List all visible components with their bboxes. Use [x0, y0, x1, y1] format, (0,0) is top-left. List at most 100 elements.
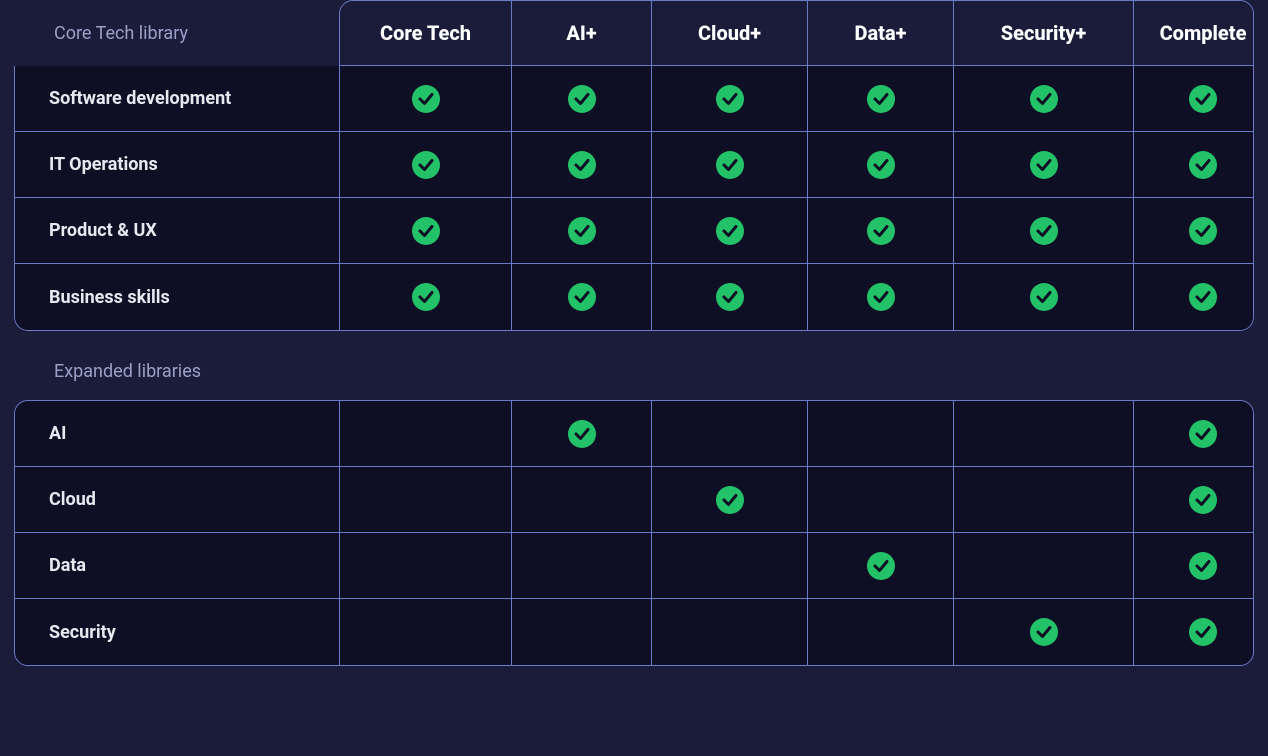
feature-cell — [512, 533, 652, 599]
feature-cell — [340, 198, 512, 264]
feature-cell — [1134, 66, 1254, 132]
check-icon — [568, 420, 596, 448]
feature-cell — [1134, 467, 1254, 533]
feature-cell — [512, 467, 652, 533]
feature-cell — [1134, 264, 1254, 330]
plan-header: AI+ — [512, 1, 652, 65]
feature-cell — [512, 401, 652, 467]
check-icon — [716, 486, 744, 514]
check-icon — [1030, 283, 1058, 311]
check-icon — [867, 217, 895, 245]
row-label: Security — [15, 599, 340, 665]
feature-cell — [1134, 401, 1254, 467]
feature-cell — [808, 467, 954, 533]
table-row: Data — [15, 533, 1253, 599]
check-icon — [1030, 85, 1058, 113]
check-icon — [716, 217, 744, 245]
check-icon — [1189, 217, 1217, 245]
check-icon — [412, 151, 440, 179]
table-row: Software development — [15, 66, 1253, 132]
table-row: Cloud — [15, 467, 1253, 533]
plan-header: Security+ — [954, 1, 1134, 65]
core-tech-table: Software developmentIT OperationsProduct… — [14, 66, 1254, 331]
check-icon — [1189, 552, 1217, 580]
feature-cell — [954, 401, 1134, 467]
feature-cell — [340, 132, 512, 198]
row-label: Software development — [15, 66, 340, 132]
feature-cell — [512, 198, 652, 264]
feature-cell — [808, 132, 954, 198]
comparison-header: Core Tech library Core Tech AI+ Cloud+ D… — [14, 0, 1254, 66]
feature-cell — [340, 533, 512, 599]
check-icon — [1189, 283, 1217, 311]
feature-cell — [954, 599, 1134, 665]
check-icon — [1189, 85, 1217, 113]
check-icon — [867, 85, 895, 113]
feature-cell — [652, 198, 808, 264]
feature-cell — [1134, 533, 1254, 599]
check-icon — [568, 85, 596, 113]
table-row: IT Operations — [15, 132, 1253, 198]
feature-cell — [808, 533, 954, 599]
feature-cell — [954, 132, 1134, 198]
feature-cell — [954, 264, 1134, 330]
plan-header: Cloud+ — [652, 1, 808, 65]
row-label: IT Operations — [15, 132, 340, 198]
feature-cell — [954, 467, 1134, 533]
check-icon — [568, 217, 596, 245]
check-icon — [412, 85, 440, 113]
feature-cell — [808, 401, 954, 467]
section-title-expanded: Expanded libraries — [14, 331, 1254, 400]
feature-cell — [1134, 132, 1254, 198]
plan-column-headers: Core Tech AI+ Cloud+ Data+ Security+ Com… — [339, 0, 1254, 66]
table-row: AI — [15, 401, 1253, 467]
feature-cell — [512, 132, 652, 198]
check-icon — [716, 151, 744, 179]
feature-cell — [340, 264, 512, 330]
plan-header: Core Tech — [340, 1, 512, 65]
feature-cell — [808, 264, 954, 330]
check-icon — [568, 283, 596, 311]
feature-cell — [954, 66, 1134, 132]
check-icon — [867, 552, 895, 580]
feature-cell — [652, 533, 808, 599]
feature-cell — [1134, 599, 1254, 665]
feature-cell — [340, 66, 512, 132]
feature-cell — [652, 132, 808, 198]
table-row: Security — [15, 599, 1253, 665]
row-label: Business skills — [15, 264, 340, 330]
feature-cell — [808, 66, 954, 132]
check-icon — [716, 85, 744, 113]
check-icon — [867, 283, 895, 311]
table-row: Business skills — [15, 264, 1253, 330]
feature-cell — [512, 599, 652, 665]
row-label: Cloud — [15, 467, 340, 533]
feature-cell — [512, 264, 652, 330]
check-icon — [1030, 151, 1058, 179]
plan-header: Complete — [1134, 1, 1254, 65]
feature-cell — [340, 599, 512, 665]
feature-cell — [512, 66, 652, 132]
check-icon — [1189, 486, 1217, 514]
check-icon — [1189, 618, 1217, 646]
check-icon — [867, 151, 895, 179]
feature-cell — [652, 467, 808, 533]
section-title-core: Core Tech library — [14, 0, 339, 66]
feature-cell — [652, 264, 808, 330]
feature-cell — [652, 401, 808, 467]
check-icon — [1030, 217, 1058, 245]
feature-cell — [954, 533, 1134, 599]
check-icon — [1189, 151, 1217, 179]
table-row: Product & UX — [15, 198, 1253, 264]
row-label: AI — [15, 401, 340, 467]
check-icon — [716, 283, 744, 311]
check-icon — [1189, 420, 1217, 448]
plan-header: Data+ — [808, 1, 954, 65]
check-icon — [412, 217, 440, 245]
check-icon — [568, 151, 596, 179]
feature-cell — [340, 467, 512, 533]
feature-cell — [1134, 198, 1254, 264]
row-label: Data — [15, 533, 340, 599]
feature-cell — [652, 66, 808, 132]
feature-cell — [954, 198, 1134, 264]
